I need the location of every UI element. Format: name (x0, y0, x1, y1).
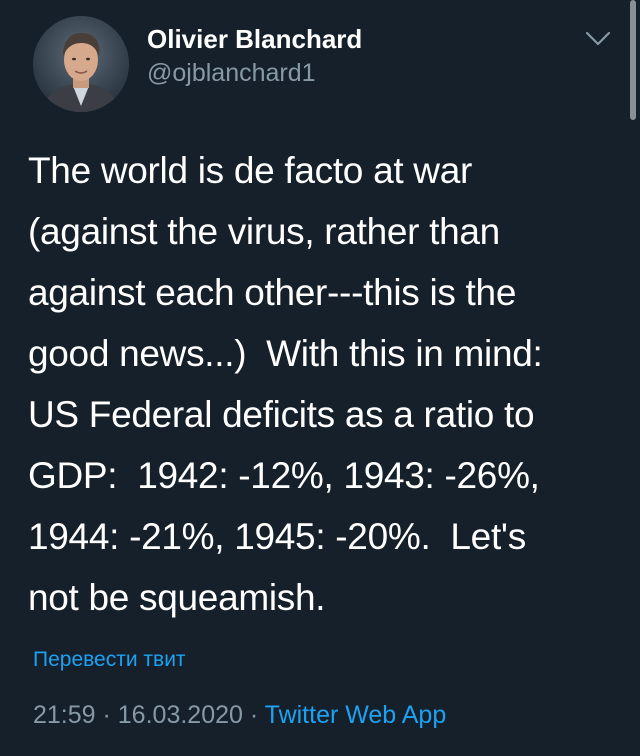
author-name[interactable]: Olivier Blanchard (147, 24, 362, 55)
tweet-date[interactable]: 16.03.2020 (118, 701, 243, 729)
meta-separator: · (95, 701, 118, 729)
author-handle[interactable]: @ojblanchard1 (147, 59, 316, 88)
tweet-time[interactable]: 21:59 (33, 701, 96, 729)
chevron-down-icon (585, 31, 611, 46)
tweet-text: The world is de facto at war (against th… (28, 150, 543, 618)
tweet-metadata: 21:59 · 16.03.2020 · Twitter Web App (33, 701, 446, 730)
scrollbar[interactable] (630, 0, 636, 120)
meta-separator: · (242, 701, 265, 729)
tweet-source-link[interactable]: Twitter Web App (265, 701, 447, 729)
avatar[interactable] (33, 16, 129, 112)
profile-photo-icon (33, 16, 129, 112)
tweet-menu-button[interactable] (580, 24, 616, 54)
tweet-card: Olivier Blanchard @ojblanchard1 The worl… (0, 0, 640, 756)
translate-tweet-link[interactable]: Перевести твит (33, 648, 186, 672)
